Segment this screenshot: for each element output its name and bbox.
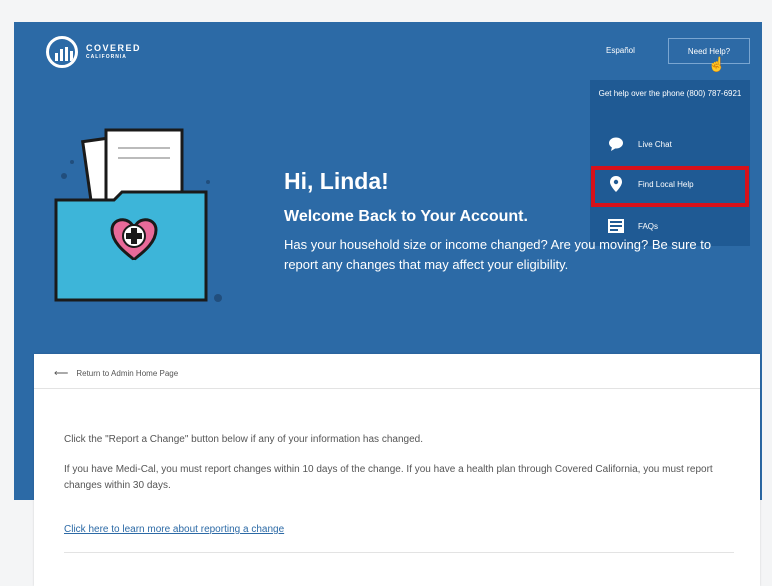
logo-text: COVERED CALIFORNIA: [86, 44, 141, 60]
help-phone-text: Get help over the phone (800) 787-6921: [598, 89, 742, 98]
brand-line1: COVERED: [86, 43, 142, 53]
logo-icon: [46, 36, 78, 68]
divider: [34, 388, 760, 389]
greeting-heading: Hi, Linda!: [284, 168, 389, 194]
menu-item-faqs[interactable]: FAQs: [608, 218, 658, 234]
arrow-left-icon: ⟵: [54, 368, 69, 379]
menu-item-live-chat[interactable]: Live Chat: [608, 136, 672, 152]
language-link[interactable]: Español: [606, 46, 635, 55]
menu-item-label: Live Chat: [638, 139, 672, 149]
mouse-cursor-icon: ☝: [708, 56, 726, 72]
instructions-paragraph: Click the "Report a Change" button below…: [64, 434, 423, 445]
covered-california-logo[interactable]: COVERED CALIFORNIA: [46, 36, 141, 68]
reporting-deadline-paragraph: If you have Medi-Cal, you must report ch…: [64, 464, 713, 491]
folder-with-heart-illustration: [54, 128, 222, 302]
return-link[interactable]: ⟵ Return to Admin Home Page: [54, 368, 178, 379]
welcome-subheading: Welcome Back to Your Account.: [284, 208, 528, 225]
find-local-help-highlight: [591, 166, 749, 207]
return-link-label: Return to Admin Home Page: [76, 369, 179, 378]
faq-icon: [608, 218, 624, 234]
hero-message: Has your household size or income change…: [284, 237, 712, 272]
help-dropdown-menu: Get help over the phone (800) 787-6921 L…: [590, 80, 750, 246]
brand-line2: CALIFORNIA: [86, 54, 127, 60]
menu-item-label: FAQs: [638, 221, 659, 231]
page: COVERED CALIFORNIA Español Need Help? ☝ …: [0, 0, 772, 586]
content-card: ⟵ Return to Admin Home Page Click the "R…: [34, 354, 760, 586]
learn-more-link[interactable]: Click here to learn more about reporting…: [64, 524, 284, 535]
divider: [64, 552, 734, 553]
chat-bubble-icon: [608, 136, 624, 152]
